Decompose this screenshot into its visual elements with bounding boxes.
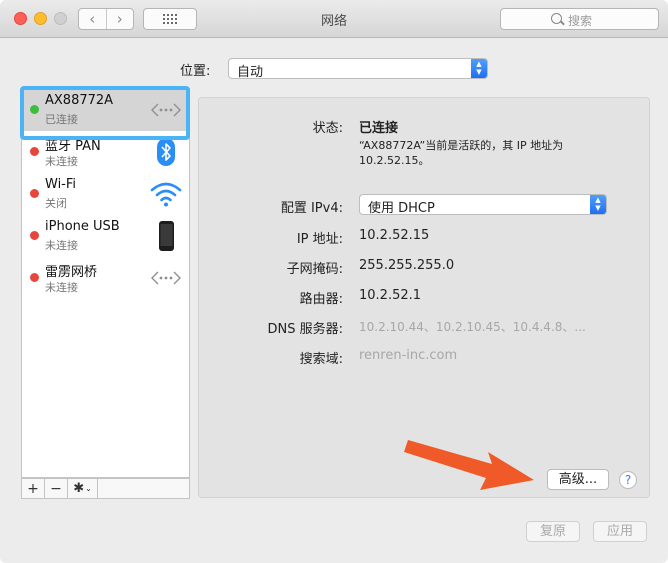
service-item-iphone-usb[interactable]: iPhone USB 未连接 <box>22 215 189 257</box>
configure-ipv4-label: 配置 IPv4: <box>280 201 343 216</box>
service-list: AX88772A 已连接 蓝牙 PAN 未连接 Wi-Fi 关闭 iPhone … <box>21 88 190 478</box>
status-dot-red <box>30 231 39 240</box>
iphone-icon <box>159 221 174 251</box>
advanced-button[interactable]: 高级... <box>547 469 609 490</box>
ethernet-icon <box>151 103 181 117</box>
service-item-bluetooth-pan[interactable]: 蓝牙 PAN 未连接 <box>22 131 189 173</box>
network-preferences-window: ‹ › 网络 搜索 位置: 自动 ▲ ▼ AX88772A 已连接 蓝牙 PAN… <box>0 0 668 563</box>
status-value: 已连接 <box>359 121 399 136</box>
service-name: Wi-Fi <box>45 177 77 192</box>
status-label: 状态: <box>312 121 343 136</box>
service-name: 蓝牙 PAN <box>45 139 101 154</box>
service-status: 未连接 <box>45 281 78 294</box>
thunderbolt-bridge-icon <box>151 271 181 285</box>
subnet-mask-value: 255.255.255.0 <box>359 258 455 273</box>
bluetooth-icon <box>157 138 175 166</box>
dns-servers-value: 10.2.10.44、10.2.10.45、10.4.4.8、... <box>359 320 586 334</box>
chevron-down-icon: ⌄ <box>85 484 92 493</box>
help-button[interactable]: ? <box>619 471 637 489</box>
service-status: 关闭 <box>45 197 67 210</box>
location-popup[interactable]: 自动 ▲ ▼ <box>228 58 488 80</box>
status-description: “AX88772A”当前是活跃的，其 IP 地址为 10.2.52.15。 <box>359 138 563 168</box>
popup-arrows-icon: ▲ ▼ <box>590 195 606 214</box>
dns-servers-label: DNS 服务器: <box>267 322 344 337</box>
service-item-wifi[interactable]: Wi-Fi 关闭 <box>22 173 189 215</box>
service-name: iPhone USB <box>45 219 120 234</box>
action-menu-button[interactable]: ✱ ⌄ <box>68 479 98 498</box>
service-item-ax88772a[interactable]: AX88772A 已连接 <box>22 89 189 131</box>
router-label: 路由器: <box>299 292 343 307</box>
status-dot-green <box>30 105 39 114</box>
title-bar: ‹ › 网络 搜索 <box>0 0 668 38</box>
add-service-button[interactable]: + <box>22 479 45 498</box>
configure-ipv4-value: 使用 DHCP <box>368 201 435 216</box>
search-domains-label: 搜索域: <box>299 352 343 367</box>
service-list-toolbar: + − ✱ ⌄ <box>21 478 190 499</box>
status-dot-red <box>30 189 39 198</box>
ip-address-value: 10.2.52.15 <box>359 228 430 243</box>
service-status: 未连接 <box>45 239 78 252</box>
popup-arrows-icon: ▲ ▼ <box>471 59 487 78</box>
service-name: 雷雳网桥 <box>45 265 98 280</box>
apply-button[interactable]: 应用 <box>593 521 647 542</box>
wifi-icon <box>150 182 182 207</box>
revert-button[interactable]: 复原 <box>526 521 580 542</box>
subnet-mask-label: 子网掩码: <box>286 262 343 277</box>
ip-address-label: IP 地址: <box>296 232 343 247</box>
status-dot-red <box>30 147 39 156</box>
location-value: 自动 <box>237 65 264 80</box>
router-value: 10.2.52.1 <box>359 288 422 303</box>
configure-ipv4-popup[interactable]: 使用 DHCP ▲ ▼ <box>359 194 607 216</box>
service-status: 已连接 <box>45 113 78 126</box>
status-description-line-1: “AX88772A”当前是活跃的，其 IP 地址为 <box>359 139 564 152</box>
location-label: 位置: <box>180 64 211 79</box>
gear-icon: ✱ <box>73 481 85 496</box>
search-icon <box>551 13 562 24</box>
search-placeholder: 搜索 <box>568 14 593 28</box>
status-description-line-2: 10.2.52.15。 <box>359 154 430 167</box>
remove-service-button[interactable]: − <box>45 479 68 498</box>
service-status: 未连接 <box>45 155 78 168</box>
search-domains-value: renren-inc.com <box>359 348 458 363</box>
status-dot-red <box>30 273 39 282</box>
service-name: AX88772A <box>45 93 114 108</box>
search-field[interactable]: 搜索 <box>500 8 659 30</box>
service-item-thunderbolt-bridge[interactable]: 雷雳网桥 未连接 <box>22 257 189 299</box>
